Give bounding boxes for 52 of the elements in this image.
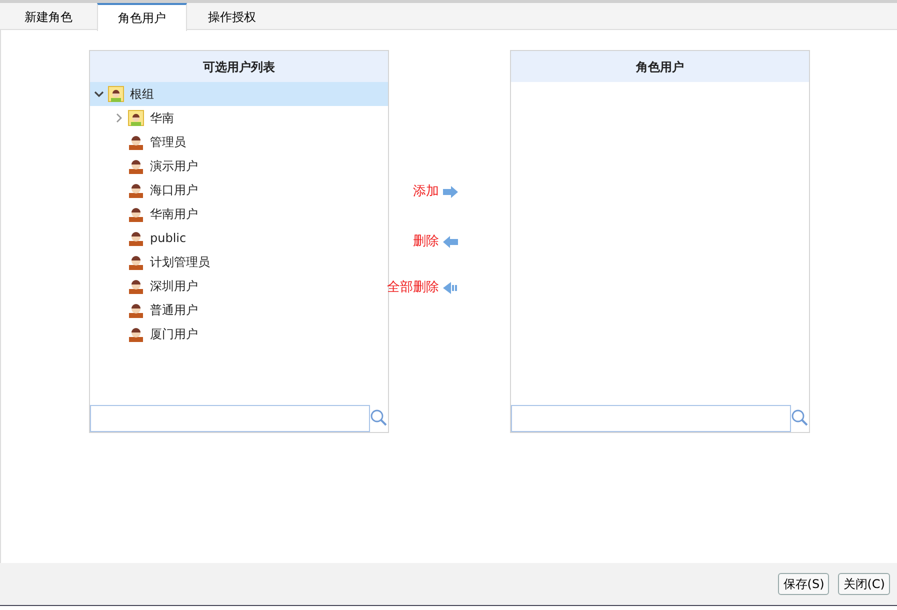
tab[interactable]: 操作授权 <box>187 3 277 29</box>
action-button[interactable]: 全部删除 <box>387 277 458 299</box>
user-icon <box>128 302 144 318</box>
tree-label: 管理员 <box>150 134 186 151</box>
tree-item[interactable]: public <box>90 226 388 250</box>
group-icon <box>108 86 124 102</box>
group-icon <box>128 110 144 126</box>
action-button[interactable]: 删除 <box>413 231 458 253</box>
tree-label: 计划管理员 <box>150 254 210 271</box>
tree-item[interactable]: 海口用户 <box>90 178 388 202</box>
user-icon <box>128 254 144 270</box>
tree-item[interactable]: 计划管理员 <box>90 250 388 274</box>
tree-label: 根组 <box>130 86 154 103</box>
chevron-right-icon[interactable] <box>114 113 124 123</box>
tree-item[interactable]: 根组 <box>90 82 388 106</box>
tree-label: 演示用户 <box>150 158 198 175</box>
panel-header: 角色用户 <box>511 51 809 82</box>
tab[interactable]: 角色用户 <box>97 3 187 31</box>
double-arrow-left-icon <box>443 282 458 294</box>
user-icon <box>128 182 144 198</box>
arrow-right-icon <box>443 186 458 198</box>
user-icon <box>128 134 144 150</box>
tree-item[interactable]: 华南 <box>90 106 388 130</box>
tree-item[interactable]: 演示用户 <box>90 154 388 178</box>
user-icon <box>128 326 144 342</box>
footer-button[interactable]: 保存(S) <box>778 573 830 595</box>
user-icon <box>128 158 144 174</box>
search-icon[interactable] <box>791 409 809 427</box>
chevron-down-icon[interactable] <box>94 89 104 99</box>
search-icon[interactable] <box>370 409 388 427</box>
user-icon <box>128 206 144 222</box>
search-field[interactable] <box>90 404 370 432</box>
tree-label: 华南用户 <box>150 206 198 223</box>
tree-item[interactable]: 管理员 <box>90 130 388 154</box>
tree-label: 厦门用户 <box>150 326 198 343</box>
tree-label: 深圳用户 <box>150 278 198 295</box>
tree-label: 普通用户 <box>150 302 198 319</box>
user-icon <box>128 230 144 246</box>
arrow-left-icon <box>443 236 458 248</box>
footer-button[interactable]: 关闭(C) <box>838 573 890 595</box>
tree-item[interactable]: 普通用户 <box>90 298 388 322</box>
tree-label: 华南 <box>150 110 174 127</box>
action-button[interactable]: 添加 <box>413 181 458 203</box>
tree-label: 海口用户 <box>150 182 198 199</box>
tree-item[interactable]: 厦门用户 <box>90 322 388 346</box>
search-field[interactable] <box>511 404 791 432</box>
tree-label: public <box>150 230 186 247</box>
tree-item[interactable]: 深圳用户 <box>90 274 388 298</box>
tab[interactable]: 新建角色 <box>0 3 97 29</box>
user-icon <box>128 278 144 294</box>
tree-item[interactable]: 华南用户 <box>90 202 388 226</box>
panel-header: 可选用户列表 <box>90 51 388 82</box>
